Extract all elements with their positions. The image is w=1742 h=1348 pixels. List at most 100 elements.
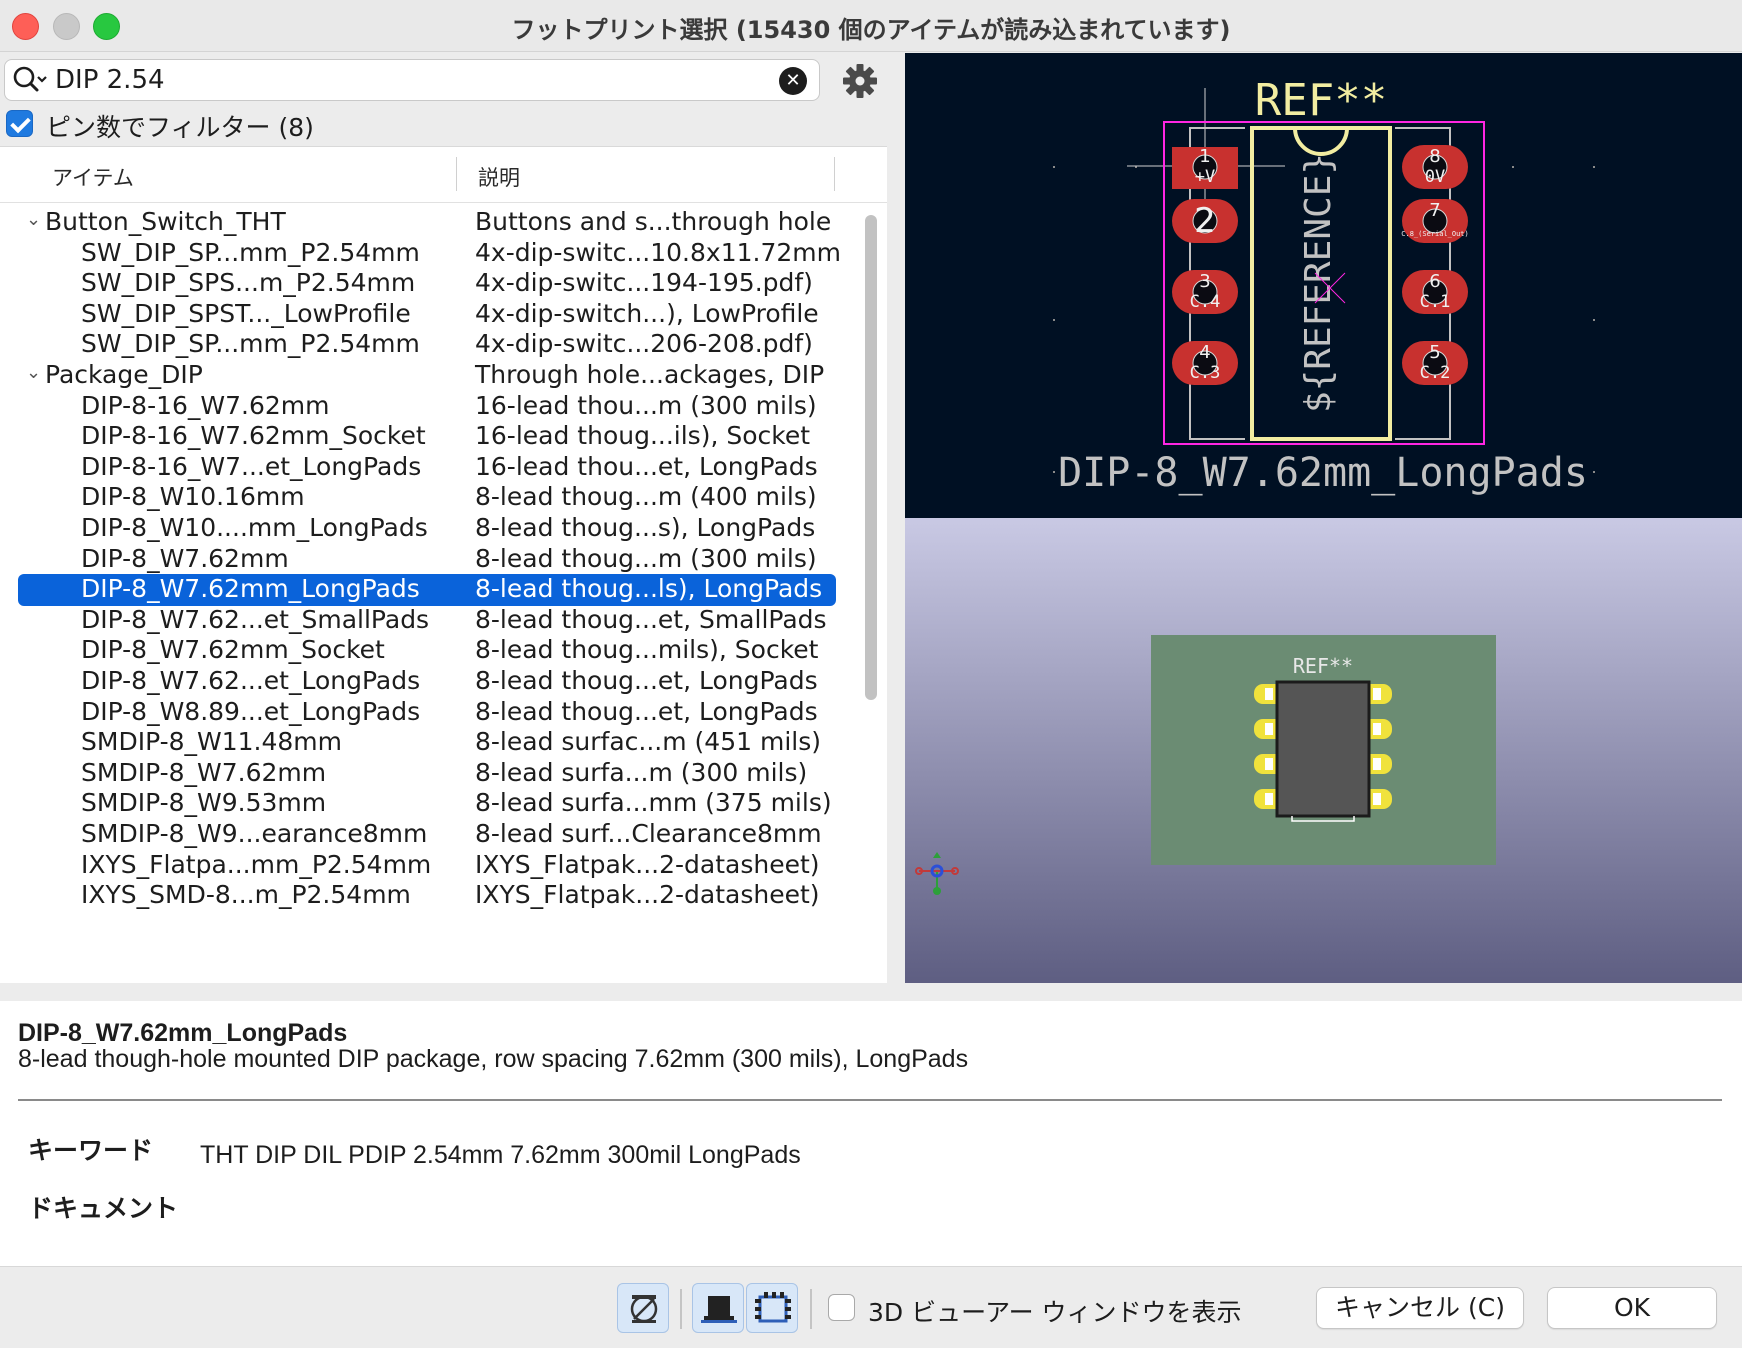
tree-library-row[interactable]: ⌄ Button_Switch_THT Buttons and s...throug… (18, 207, 836, 239)
tree-row-name: DIP-8-16_W7.62mm_Socket (81, 421, 426, 451)
tree-footprint-row[interactable]: SW_DIP_SPST..._LowProfile 4x-dip-switch..… (18, 299, 836, 331)
pad-number: 7 (1429, 200, 1440, 221)
tree-footprint-row[interactable]: SMDIP-8_W11.48mm 8-lead surfac...m (451 m… (18, 727, 836, 759)
tree-row-description: 16-lead thoug...ils), Socket (475, 421, 811, 451)
tree-row-description: 8-lead thoug...m (300 mils) (475, 543, 817, 573)
tree-row-description: IXYS_Flatpak...2-datasheet) (475, 880, 820, 910)
details-panel: DIP-8_W7.62mm_LongPads 8-lead though-hol… (0, 1001, 1742, 1266)
title-bar: フットプリント選択 (15430 個のアイテムが読み込まれています) (0, 0, 1742, 52)
tree-row-name: DIP-8_W7.62mm (81, 543, 289, 573)
column-separator[interactable] (834, 157, 835, 191)
keywords-value: THT DIP DIL PDIP 2.54mm 7.62mm 300mil Lo… (200, 1141, 801, 1169)
pad-net-name: +V (1195, 167, 1215, 187)
tree-row-description: 4x-dip-switc...194-195.pdf) (475, 268, 813, 298)
horizontal-splitter[interactable] (0, 983, 1742, 1001)
pads-right: 80V 7 C.8_(Serial_Out) 6C.1 5C.2 (1401, 145, 1469, 385)
preview-reference-field: ${REFERENCE} (1298, 153, 1339, 413)
tree-footprint-row[interactable]: SW_DIP_SP...mm_P2.54mm 4x-dip-switc...10.… (18, 237, 841, 270)
tree-row-description: 8-lead thoug...m (400 mils) (475, 482, 817, 512)
vertical-splitter[interactable] (887, 53, 905, 983)
tree-footprint-row[interactable]: SMDIP-8_W9.53mm 8-lead surfa...mm (375 mi… (18, 788, 836, 820)
column-header-description[interactable]: 説明 (478, 162, 520, 192)
3d-ref-text: REF** (1293, 654, 1353, 678)
tree-row-name: SMDIP-8_W11.48mm (81, 727, 343, 757)
tree-footprint-row[interactable]: IXYS_SMD-8...m_P2.54mm IXYS_Flatpak...2-d… (18, 880, 836, 912)
tree-row-name: DIP-8-16_W7...et_LongPads (81, 451, 422, 481)
tree-row-description: IXYS_Flatpak...2-datasheet) (475, 849, 820, 879)
pad-net-name: 0V (1425, 167, 1445, 187)
toolbar-separator (810, 1289, 812, 1329)
gear-icon[interactable] (838, 59, 882, 103)
tree-scrollbar[interactable] (862, 207, 879, 982)
tree-footprint-row[interactable]: DIP-8_W7.62mm_LongPads 8-lead thoug...ls)… (18, 574, 836, 607)
toolbar-separator (680, 1289, 682, 1329)
tree-footprint-row[interactable]: DIP-8-16_W7.62mm 16-lead thou...m (300 mi… (18, 391, 836, 423)
tree-row-name: DIP-8_W8.89...et_LongPads (81, 696, 421, 726)
column-header-item[interactable]: アイテム (52, 162, 134, 192)
details-footprint-description: 8-lead though-hole mounted DIP package, … (18, 1045, 969, 1073)
details-footprint-name: DIP-8_W7.62mm_LongPads (18, 1019, 348, 1047)
tree-row-name: DIP-8_W7.62mm_Socket (81, 635, 385, 665)
tree-scrollbar-thumb[interactable] (865, 215, 877, 700)
pad-net-name: C.4 (1190, 292, 1221, 312)
pad-number: 4 (1199, 342, 1210, 363)
tree-footprint-row[interactable]: DIP-8-16_W7.62mm_Socket 16-lead thoug...i… (18, 421, 836, 453)
tree-footprint-row[interactable]: DIP-8_W7.62...et_SmallPads 8-lead thoug..… (18, 605, 836, 637)
search-input[interactable] (55, 64, 755, 96)
tree-row-description: 4x-dip-switc...10.8x11.72mm (475, 237, 841, 267)
tree-footprint-row[interactable]: DIP-8_W8.89...et_LongPads 8-lead thoug...… (18, 697, 836, 729)
tree-row-name: SMDIP-8_W9...earance8mm (81, 819, 428, 848)
tree-row-name: DIP-8_W7.62...et_LongPads (81, 666, 421, 695)
tree-row-name: SW_DIP_SP...mm_P2.54mm (81, 237, 420, 267)
no-3d-model-button[interactable] (617, 1283, 669, 1333)
pad-number: 6 (1429, 271, 1440, 292)
tree-row-name: SMDIP-8_W9.53mm (81, 788, 327, 818)
pad-net-name: C.3 (1190, 363, 1221, 383)
keywords-label: キーワード (28, 1136, 154, 1165)
preview-value-text: DIP-8_W7.62mm_LongPads (1058, 450, 1588, 496)
show-3d-window-label: 3D ビューアー ウィンドウを表示 (868, 1298, 1242, 1327)
tree-row-description: 8-lead thoug...et, LongPads (475, 696, 818, 726)
ok-button[interactable]: OK (1547, 1287, 1717, 1329)
tree-footprint-row[interactable]: SW_DIP_SP...mm_P2.54mm 4x-dip-switc...206… (18, 329, 836, 361)
search-icon[interactable] (11, 64, 49, 96)
tree-footprint-row[interactable]: DIP-8_W7.62...et_LongPads 8-lead thoug...… (18, 666, 836, 698)
tree-footprint-row[interactable]: SMDIP-8_W7.62mm 8-lead surfa...m (300 mil… (18, 758, 836, 790)
tree-library-row[interactable]: ⌄ Package_DIP Through hole...ackages, DIP (18, 360, 836, 392)
tree-footprint-row[interactable]: DIP-8_W7.62mm_Socket 8-lead thoug...mils)… (18, 635, 836, 667)
show-3d-window-checkbox[interactable] (828, 1294, 855, 1321)
tree-row-description: 8-lead thoug...et, SmallPads (475, 604, 827, 634)
tree-footprint-row[interactable]: DIP-8-16_W7...et_LongPads 16-lead thou...… (18, 452, 836, 484)
tree-footprint-row[interactable]: DIP-8_W10....mm_LongPads 8-lead thoug...s… (18, 513, 836, 545)
tree-footprint-row[interactable]: SW_DIP_SPS...m_P2.54mm 4x-dip-switc...194… (18, 268, 836, 300)
chevron-down-icon[interactable]: ⌄ (26, 209, 41, 230)
tree-footprint-row[interactable]: IXYS_Flatpa...mm_P2.54mm IXYS_Flatpak...2… (18, 850, 836, 882)
tree-row-name: IXYS_SMD-8...m_P2.54mm (81, 880, 411, 910)
footprint-preview[interactable]: REF** ${REFERENCE} 1 +V 2 3 C.4 4 C.3 8 0V 7 C.8_… (905, 53, 1742, 518)
3d-chip-icon (701, 1296, 737, 1323)
pad-number: 2 (1194, 201, 1216, 241)
tree-row-description: 8-lead surf...Clearance8mm (475, 819, 822, 848)
3d-preview[interactable]: REF** (905, 518, 1742, 983)
tree-footprint-row[interactable]: DIP-8_W7.62mm 8-lead thoug...m (300 mils) (18, 544, 836, 576)
footprint-tree: アイテム 説明 ⌄ Button_Switch_THT Buttons and s.… (0, 146, 887, 983)
clear-icon[interactable]: ✕ (779, 67, 807, 95)
show-footprint-view-button[interactable] (746, 1283, 798, 1333)
dialog-footer: 3D ビューアー ウィンドウを表示 キャンセル (C) OK (0, 1266, 1742, 1348)
no-model-icon (630, 1295, 658, 1323)
tree-footprint-row[interactable]: DIP-8_W10.16mm 8-lead thoug...m (400 mils… (18, 482, 836, 514)
tree-row-name: SMDIP-8_W7.62mm (81, 757, 327, 787)
tree-row-name: IXYS_Flatpa...mm_P2.54mm (81, 849, 432, 879)
chevron-down-icon[interactable]: ⌄ (26, 362, 41, 383)
tree-row-name: DIP-8_W7.62mm_LongPads (81, 574, 420, 604)
tree-row-description: 8-lead thoug...et, LongPads (475, 666, 818, 695)
pin-count-filter-checkbox[interactable] (6, 110, 33, 137)
pad-number: 5 (1429, 342, 1440, 363)
show-3d-view-button[interactable] (692, 1283, 744, 1333)
cancel-button[interactable]: キャンセル (C) (1316, 1287, 1524, 1329)
column-separator[interactable] (456, 157, 457, 191)
documentation-label: ドキュメント (28, 1194, 179, 1223)
tree-row-description: 16-lead thou...m (300 mils) (475, 390, 817, 420)
tree-footprint-row[interactable]: SMDIP-8_W9...earance8mm 8-lead surf...Cle… (18, 819, 836, 851)
tree-row-name: SW_DIP_SPST..._LowProfile (81, 298, 411, 328)
